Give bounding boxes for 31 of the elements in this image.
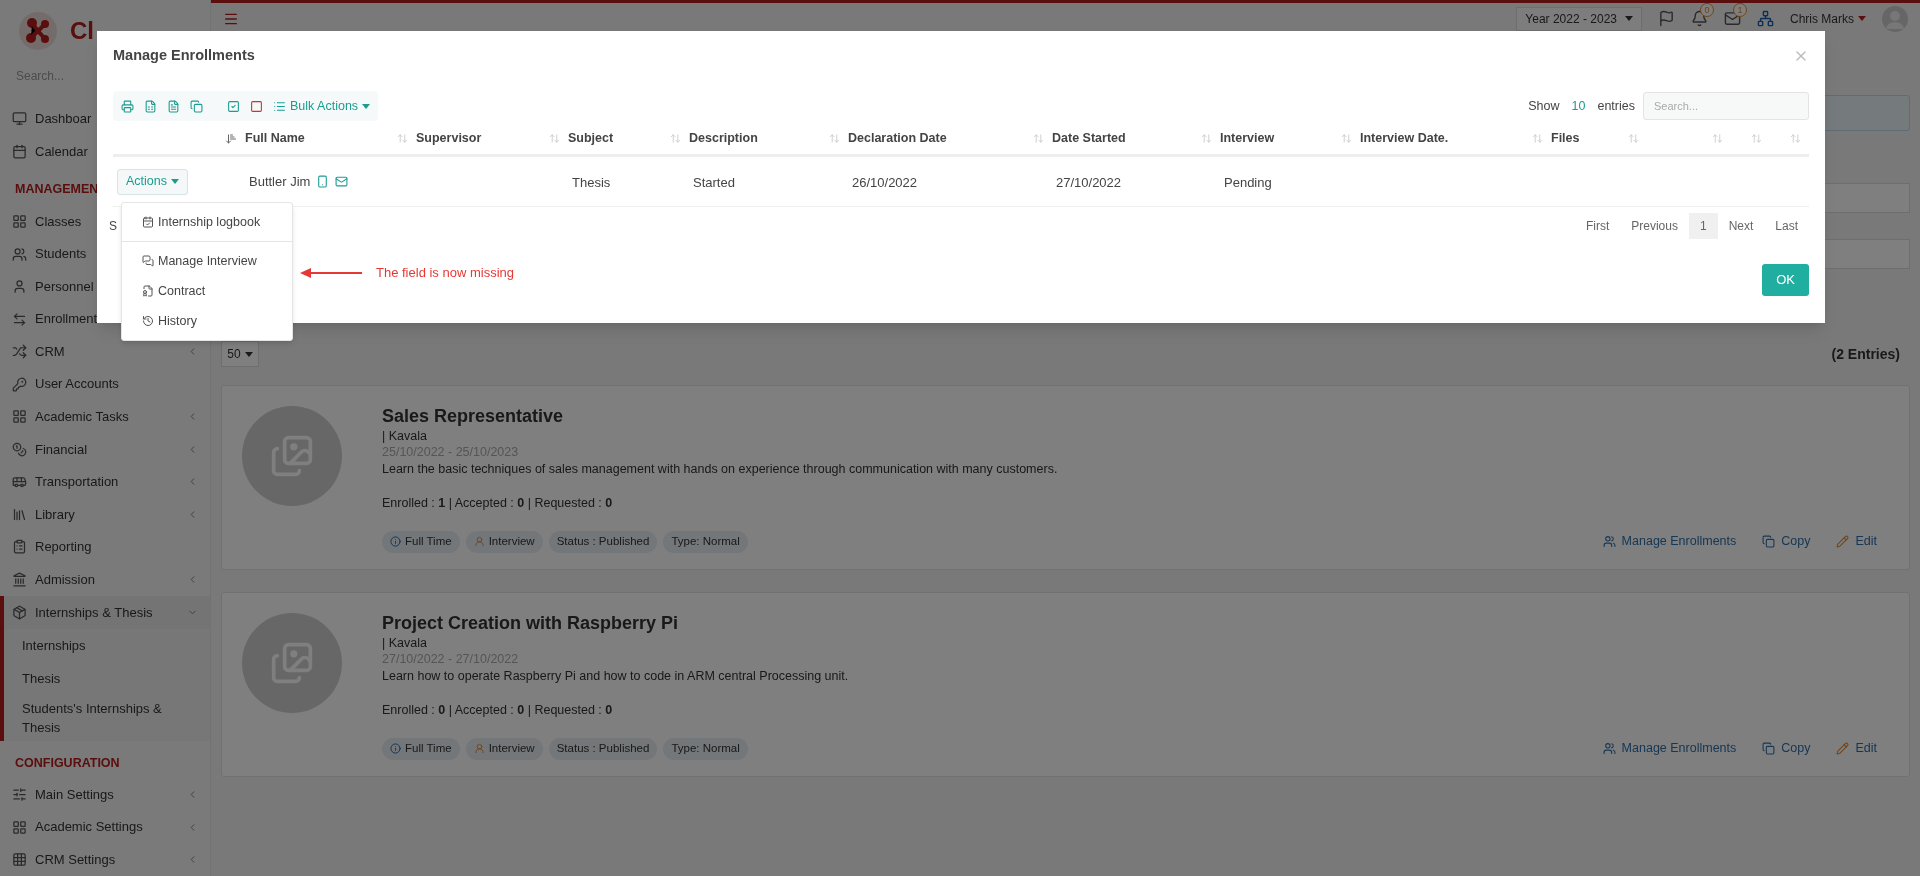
length-label: Show: [1528, 97, 1560, 115]
table-cell: Started: [693, 174, 735, 190]
card-tag: Status : Published: [548, 530, 658, 553]
section-heading: MANAGEMEN: [15, 181, 99, 199]
card-tag: Status : Published: [548, 737, 658, 760]
card-description: Learn the basic techniques of sales management with hands on experience through communication with many customers.: [382, 461, 1059, 478]
card-tag: Full Time: [382, 737, 460, 760]
card-tag: Type: Normal: [663, 530, 748, 553]
section-heading: CONFIGURATION: [15, 754, 120, 772]
card-tag: Type: Normal: [663, 737, 748, 760]
dialog-title: Manage Enrollments: [113, 46, 255, 66]
entries-count: (2 Entries): [1831, 344, 1901, 364]
brand-name: Cl: [70, 15, 94, 46]
card-tag: Full Time: [382, 530, 460, 553]
table-cell: 26/10/2022: [852, 174, 918, 190]
table-cell: 27/10/2022: [1056, 174, 1122, 190]
card-stats: Enrolled : 0 | Accepted : 0 | Requested : 0: [382, 701, 614, 719]
table-info: S: [109, 218, 117, 235]
table-cell-text: Buttler Jim: [249, 172, 311, 191]
card-stats: Enrolled : 1 | Accepted : 0 | Requested : 0: [382, 495, 614, 512]
card-tag: Interview: [465, 530, 543, 553]
table-cell: Pending: [1224, 174, 1272, 190]
table-cell: Thesis: [572, 174, 611, 190]
card-description: Learn how to operate Raspberry Pi and how to code in ARM central Processing unit.: [382, 667, 850, 685]
card-location: | Kavala: [382, 634, 428, 651]
length-label: entries: [1597, 97, 1635, 115]
annotation-text: The field is now missing: [376, 264, 514, 282]
card-tag: Interview: [465, 737, 543, 760]
card-location: | Kavala: [382, 428, 428, 444]
message-badge: 1: [1733, 3, 1747, 17]
notification-badge: 0: [1700, 3, 1714, 17]
